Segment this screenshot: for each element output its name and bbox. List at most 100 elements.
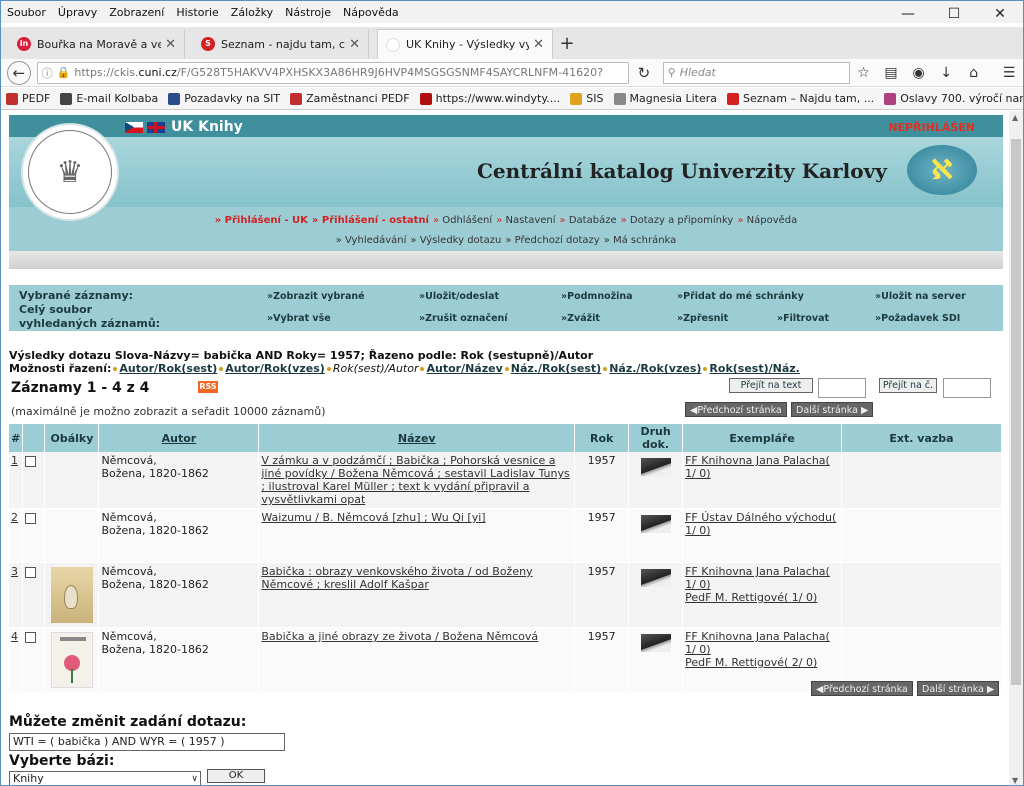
new-tab-icon[interactable]: + (553, 29, 581, 59)
record-number-link[interactable]: 2 (11, 511, 18, 524)
save-to-server-link[interactable]: »Uložit na server (875, 291, 966, 302)
bookmark-item[interactable]: Oslavy 700. výročí nar... (879, 92, 1023, 105)
filter-link[interactable]: »Filtrovat (777, 313, 829, 324)
record-title-link[interactable]: V zámku a v podzámčí ; Babička ; Pohorsk… (261, 454, 569, 506)
save-send-link[interactable]: »Uložit/odeslat (419, 291, 499, 302)
menu-napoveda[interactable]: Nápověda (337, 6, 405, 19)
bookmark-item[interactable]: Zaměstnanci PEDF (285, 92, 414, 105)
goto-text-input[interactable] (818, 378, 866, 398)
menu-link[interactable]: » Nastavení (496, 215, 555, 226)
sort-option-link[interactable]: Autor/Název (426, 362, 502, 375)
copies-link[interactable]: FF Ústav Dálného východu( 1/ 0) (685, 511, 836, 537)
menu-zalozky[interactable]: Záložky (225, 6, 279, 19)
copies-link[interactable]: FF Knihovna Jana Palacha( 1/ 0) (685, 630, 830, 656)
bookmark-item[interactable]: Magnesia Litera (609, 92, 723, 105)
record-number-link[interactable]: 4 (11, 630, 18, 643)
menu-link[interactable]: » Dotazy a připomínky (621, 215, 734, 226)
cover-image[interactable] (50, 567, 93, 623)
submenu-link[interactable]: » Výsledky dotazu (410, 235, 501, 246)
record-title-link[interactable]: Babička a jiné obrazy ze života / Božena… (261, 630, 538, 643)
record-checkbox[interactable] (25, 513, 37, 524)
hamburger-menu-icon[interactable]: ☰ (995, 65, 1023, 81)
bookmark-star-icon[interactable]: ☆ (850, 65, 878, 81)
bookmark-item[interactable]: PEDF (1, 92, 55, 105)
sort-option-link[interactable]: Náz./Rok(sest) (511, 362, 601, 375)
col-author[interactable]: Autor (98, 424, 260, 452)
pocket-icon[interactable]: ◉ (905, 65, 933, 81)
menu-link[interactable]: » Databáze (560, 215, 617, 226)
goto-number-input[interactable] (943, 378, 991, 398)
sort-title-link[interactable]: Název (398, 432, 436, 445)
tab-close-icon[interactable]: ✕ (349, 37, 360, 52)
prev-page-button-bottom[interactable]: ◀Předchozí stránka (811, 681, 913, 696)
menu-soubor[interactable]: Soubor (1, 6, 52, 19)
copies-link[interactable]: FF Knihovna Jana Palacha( 1/ 0) (685, 454, 830, 480)
goto-number-button[interactable]: Přejít na č. (879, 378, 937, 393)
record-number-link[interactable]: 1 (11, 454, 18, 467)
back-icon[interactable]: ← (7, 60, 31, 85)
page-scrollbar[interactable]: ▲ ▼ (1009, 111, 1023, 785)
submenu-link[interactable]: » Má schránka (604, 235, 677, 246)
tab-boura[interactable]: in Bouřka na Moravě a ve Slezsku ✕ (9, 29, 185, 59)
menu-link[interactable]: » Odhlášení (433, 215, 492, 226)
base-select[interactable]: Knihy ∨ (9, 771, 201, 785)
copies-link[interactable]: FF Knihovna Jana Palacha( 1/ 0) (685, 565, 830, 591)
sort-option-link[interactable]: Náz./Rok(vzes) (609, 362, 701, 375)
submenu-link[interactable]: » Předchozí dotazy (505, 235, 599, 246)
select-all-link[interactable]: »Vybrat vše (267, 313, 331, 324)
tab-seznam[interactable]: S Seznam - najdu tam, co neznám ✕ (193, 29, 369, 59)
bookmark-item[interactable]: E-mail Kolbaba (55, 92, 163, 105)
uk-flag-icon[interactable] (147, 122, 165, 133)
tab-uk-knihy[interactable]: UK Knihy - Výsledky vyhledá ✕ (377, 29, 553, 59)
deselect-link[interactable]: »Zrušit označení (419, 313, 508, 324)
library-icon[interactable]: ▤ (877, 65, 905, 81)
show-selected-link[interactable]: »Zobrazit vybrané (267, 291, 365, 302)
submenu-link[interactable]: » Vyhledávání (336, 235, 407, 246)
menu-link[interactable]: » Přihlášení - ostatní (312, 215, 429, 226)
ok-button[interactable]: OK (207, 769, 265, 783)
minimize-icon[interactable]: — (885, 1, 931, 27)
scroll-up-icon[interactable]: ▲ (1012, 113, 1018, 122)
reload-icon[interactable]: ↻ (633, 62, 655, 84)
subset-link[interactable]: »Podmnožina (561, 291, 633, 302)
maximize-icon[interactable]: ☐ (931, 1, 977, 27)
menu-zobrazeni[interactable]: Zobrazení (103, 6, 170, 19)
add-to-basket-link[interactable]: »Přidat do mé schránky (677, 291, 804, 302)
goto-text-button[interactable]: Přejít na text (729, 378, 813, 393)
cover-image[interactable] (50, 632, 93, 688)
url-bar[interactable]: ⓘ 🔒 https://ckis. cuni.cz/F/G528T5HAKVV4P… (36, 61, 630, 84)
menu-link[interactable]: » Nápověda (737, 215, 797, 226)
tab-close-icon[interactable]: ✕ (165, 37, 176, 52)
sort-author-link[interactable]: Autor (162, 432, 197, 445)
tab-close-icon[interactable]: ✕ (533, 37, 544, 52)
record-title-link[interactable]: Babička : obrazy venkovského života / od… (261, 565, 532, 591)
record-title-link[interactable]: Waizumu / B. Němcová [zhu] ; Wu Qi [yi] (261, 511, 485, 524)
sort-option-link[interactable]: Autor/Rok(vzes) (225, 362, 325, 375)
info-icon[interactable]: ⓘ (42, 65, 53, 81)
col-title[interactable]: Název (258, 424, 576, 452)
sort-option-link[interactable]: Rok(sest)/Náz. (709, 362, 799, 375)
rss-icon[interactable]: RSS (198, 381, 218, 393)
menu-historie[interactable]: Historie (170, 6, 224, 19)
czech-flag-icon[interactable] (125, 122, 143, 133)
next-page-button-bottom[interactable]: Další stránka ▶ (917, 681, 1000, 696)
scroll-thumb[interactable] (1011, 139, 1021, 685)
record-checkbox[interactable] (25, 456, 37, 467)
weigh-link[interactable]: »Zvážit (561, 313, 600, 324)
copies-link[interactable]: PedF M. Rettigové( 2/ 0) (685, 656, 817, 669)
next-page-button[interactable]: Další stránka ▶ (791, 402, 874, 417)
menu-upravy[interactable]: Úpravy (52, 6, 103, 19)
close-icon[interactable]: ✕ (977, 1, 1023, 27)
sdi-request-link[interactable]: »Požadavek SDI (875, 313, 960, 324)
bookmark-item[interactable]: SIS (565, 92, 608, 105)
record-number-link[interactable]: 3 (11, 565, 18, 578)
bookmark-item[interactable]: Seznam – Najdu tam, ... (722, 92, 879, 105)
bookmark-item[interactable]: Pozadavky na SIT (163, 92, 285, 105)
record-checkbox[interactable] (25, 567, 37, 578)
prev-page-button[interactable]: ◀Předchozí stránka (685, 402, 787, 417)
copies-link[interactable]: PedF M. Rettigové( 1/ 0) (685, 591, 817, 604)
refine-link[interactable]: »Zpřesnit (677, 313, 728, 324)
search-input[interactable]: ⚲ Hledat (662, 61, 850, 84)
query-input[interactable]: WTI = ( babička ) AND WYR = ( 1957 ) (9, 733, 285, 751)
home-icon[interactable]: ⌂ (960, 65, 988, 81)
